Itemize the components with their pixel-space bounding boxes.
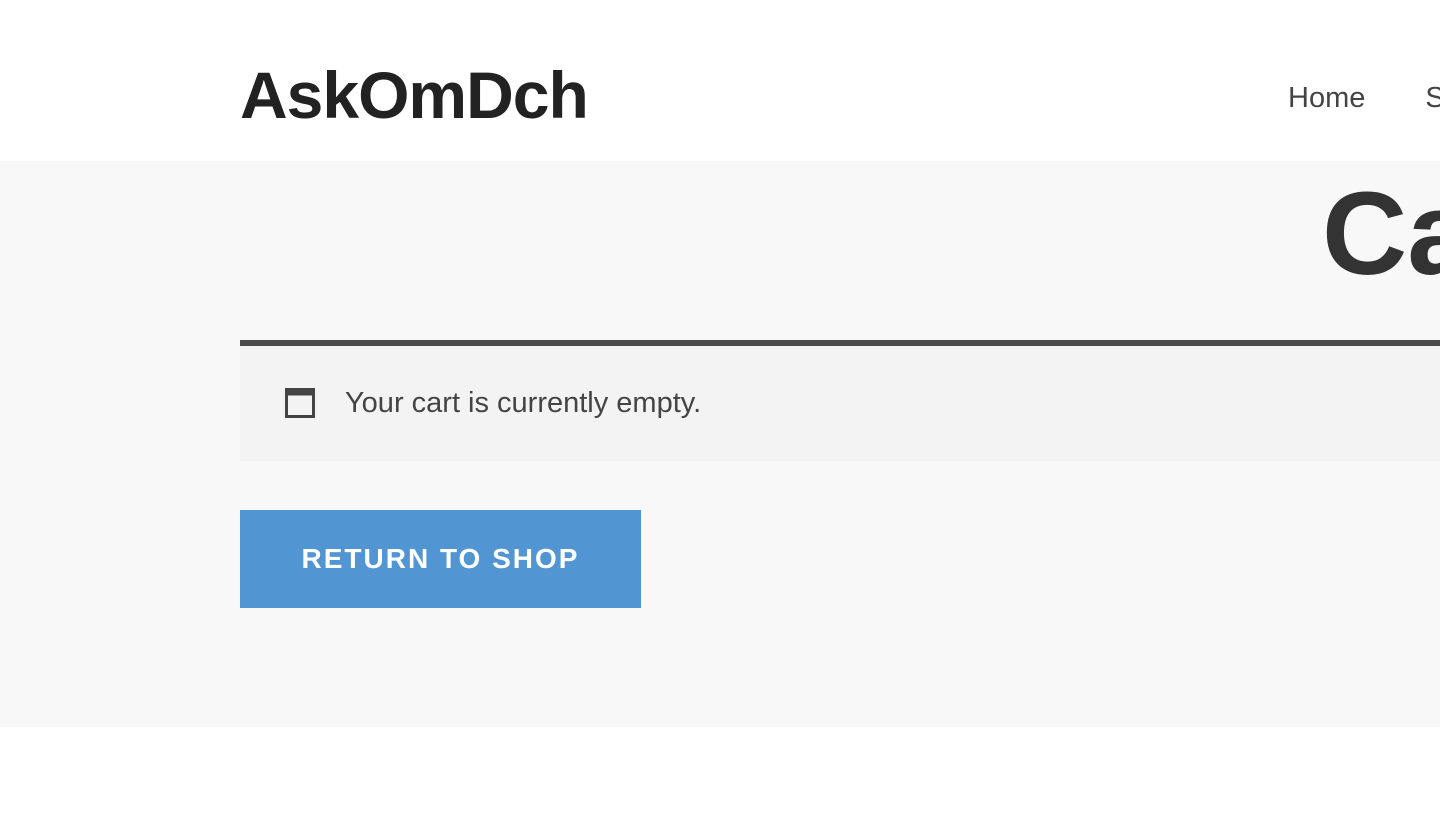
- page-title: Ca: [1322, 168, 1440, 300]
- window-icon: [285, 388, 315, 418]
- main-content: Ca Your cart is currently empty. RETURN …: [0, 161, 1440, 727]
- site-header: AskOmDch Home S: [0, 0, 1440, 161]
- cart-empty-notice: Your cart is currently empty.: [240, 340, 1440, 461]
- main-nav: Home S: [1288, 84, 1440, 113]
- nav-item-store[interactable]: S: [1425, 84, 1440, 113]
- notice-text: Your cart is currently empty.: [345, 387, 702, 419]
- site-title[interactable]: AskOmDch: [240, 62, 589, 128]
- return-to-shop-button[interactable]: RETURN TO SHOP: [240, 510, 641, 608]
- nav-item-home[interactable]: Home: [1288, 84, 1365, 113]
